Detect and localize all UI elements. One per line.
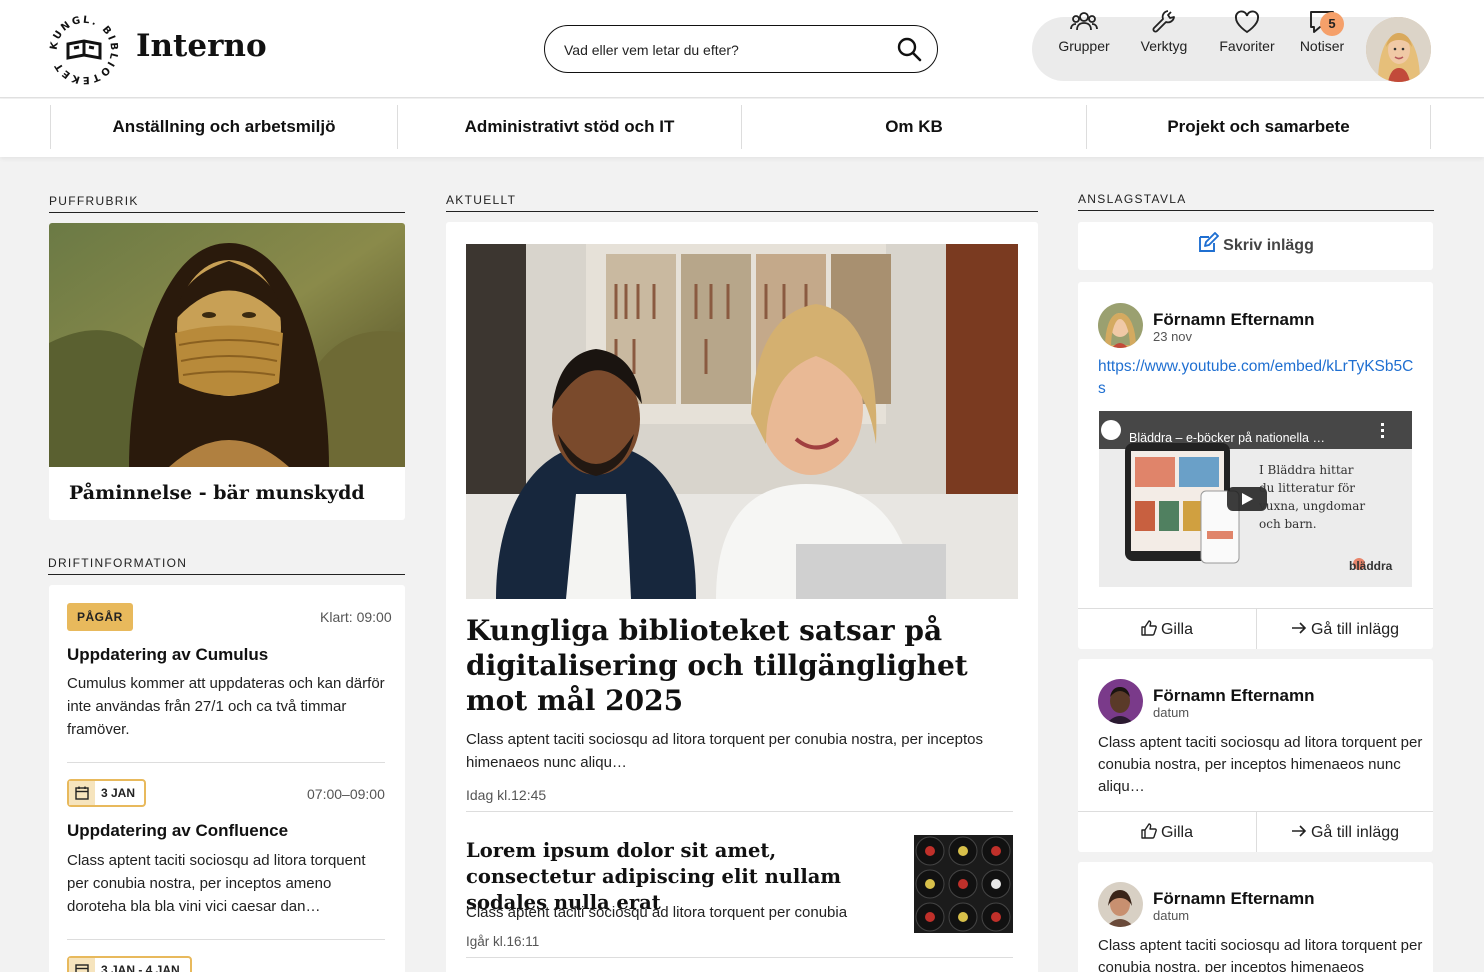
nav-item-employment[interactable]: Anställning och arbetsmiljö <box>51 105 397 149</box>
avatar[interactable] <box>1098 303 1143 348</box>
like-button[interactable]: Gilla <box>1078 610 1256 650</box>
groups-button[interactable]: Grupper <box>1056 8 1112 54</box>
avatar[interactable] <box>1098 679 1143 724</box>
kb-logo[interactable]: KUNGL. BIBLIOTEKET <box>48 14 120 86</box>
drift-title[interactable]: Uppdatering av Confluence <box>67 821 288 841</box>
go-to-post-button[interactable]: Gå till inlägg <box>1257 610 1433 650</box>
post-author[interactable]: Förnamn Efternamn <box>1153 889 1315 909</box>
notifications-label: Notiser <box>1299 38 1345 54</box>
tools-label: Verktyg <box>1140 38 1188 54</box>
go-to-post-button[interactable]: Gå till inlägg <box>1257 813 1433 853</box>
favorites-button[interactable]: Favoriter <box>1216 8 1278 54</box>
thumbs-up-icon <box>1141 620 1157 636</box>
date-badge-text: 3 JAN <box>101 786 136 800</box>
post-author[interactable]: Förnamn Efternamn <box>1153 686 1315 706</box>
search-input[interactable]: Vad eller vem letar du efter? <box>564 42 739 58</box>
post-date: 23 nov <box>1153 329 1193 344</box>
video-title: Bläddra – e-böcker på nationella … <box>1129 431 1325 445</box>
drift-time: 07:00–09:00 <box>307 786 385 802</box>
wrench-icon <box>1152 10 1175 33</box>
arrow-right-icon <box>1291 622 1307 634</box>
post-date: datum <box>1153 908 1190 923</box>
drift-text: Cumulus kommer att uppdateras och kan dä… <box>67 675 385 738</box>
article-time: Igår kl.16:11 <box>466 934 540 949</box>
drift-title[interactable]: Uppdatering av Cumulus <box>67 645 268 665</box>
status-badge-ongoing: PÅGÅR <box>67 603 133 631</box>
groups-icon <box>1070 12 1098 31</box>
drift-time: Klart: 09:00 <box>320 609 392 625</box>
edit-icon <box>1199 232 1220 252</box>
video-caption: I Bläddra hittar du litteratur för vuxna… <box>1259 463 1366 531</box>
divider <box>67 939 385 940</box>
video-embed[interactable]: Bläddra – e-böcker på nationella … I Blä… <box>1099 411 1412 587</box>
post-text: Class aptent taciti sociosqu ad litora t… <box>1098 937 1423 972</box>
favorites-label: Favoriter <box>1219 38 1275 54</box>
search-icon[interactable] <box>895 35 923 63</box>
main-nav: Anställning och arbetsmiljö Administrati… <box>0 99 1484 157</box>
post-author[interactable]: Förnamn Efternamn <box>1153 310 1315 330</box>
divider <box>466 811 1013 812</box>
write-post-button[interactable]: Skriv inlägg <box>1078 222 1433 270</box>
puff-section-label: PUFFRUBRIK <box>49 194 405 213</box>
thumbs-up-icon <box>1141 823 1157 839</box>
records-thumbnail[interactable] <box>914 835 1013 933</box>
divider <box>67 762 385 763</box>
video-logo: bläddra <box>1349 559 1393 573</box>
top-header: KUNGL. BIBLIOTEKET Interno Vad eller vem… <box>0 0 1484 98</box>
heart-icon <box>1235 10 1259 34</box>
post-link[interactable]: https://www.youtube.com/embed/kLrTyKSb5C… <box>1098 356 1414 400</box>
arrow-right-icon <box>1291 825 1307 837</box>
search-bar[interactable]: Vad eller vem letar du efter? <box>544 25 938 73</box>
calendar-icon <box>75 964 89 972</box>
main-article-time: Idag kl.12:45 <box>466 787 547 803</box>
avatar[interactable] <box>1098 882 1143 927</box>
main-article-excerpt: Class aptent taciti sociosqu ad litora t… <box>466 731 983 771</box>
date-badge: 3 JAN <box>67 779 146 807</box>
board-section-label: ANSLAGSTAVLA <box>1078 192 1434 211</box>
date-badge-text: 3 JAN - 4 JAN <box>101 963 180 972</box>
calendar-icon <box>75 786 89 800</box>
drift-section-label: DRIFTINFORMATION <box>48 556 405 575</box>
nav-divider <box>1430 105 1431 149</box>
groups-label: Grupper <box>1058 38 1110 54</box>
drift-text: Class aptent taciti sociosqu ad litora t… <box>67 852 366 915</box>
news-section-label: AKTUELLT <box>446 193 1038 212</box>
write-post-label: Skriv inlägg <box>1223 237 1314 254</box>
post-date: datum <box>1153 705 1190 720</box>
brand-name[interactable]: Interno <box>136 28 267 64</box>
notification-count-badge: 5 <box>1320 12 1344 36</box>
nav-item-about-kb[interactable]: Om KB <box>742 105 1086 149</box>
tools-button[interactable]: Verktyg <box>1138 8 1190 54</box>
date-badge: 3 JAN - 4 JAN <box>67 956 192 972</box>
nav-item-projects[interactable]: Projekt och samarbete <box>1087 105 1430 149</box>
article-excerpt: Class aptent taciti sociosqu ad litora t… <box>466 904 848 921</box>
nav-item-admin-it[interactable]: Administrativt stöd och IT <box>398 105 741 149</box>
divider <box>466 957 1013 958</box>
user-avatar[interactable] <box>1366 17 1431 82</box>
hero-image[interactable] <box>466 244 1018 599</box>
mona-lisa-image <box>49 223 405 467</box>
post-text: Class aptent taciti sociosqu ad litora t… <box>1098 734 1423 795</box>
puff-title[interactable]: Påminnelse - bär munskydd <box>69 482 365 504</box>
main-article-title[interactable]: Kungliga biblioteket satsar på digitalis… <box>466 613 1026 718</box>
like-button[interactable]: Gilla <box>1078 813 1256 853</box>
